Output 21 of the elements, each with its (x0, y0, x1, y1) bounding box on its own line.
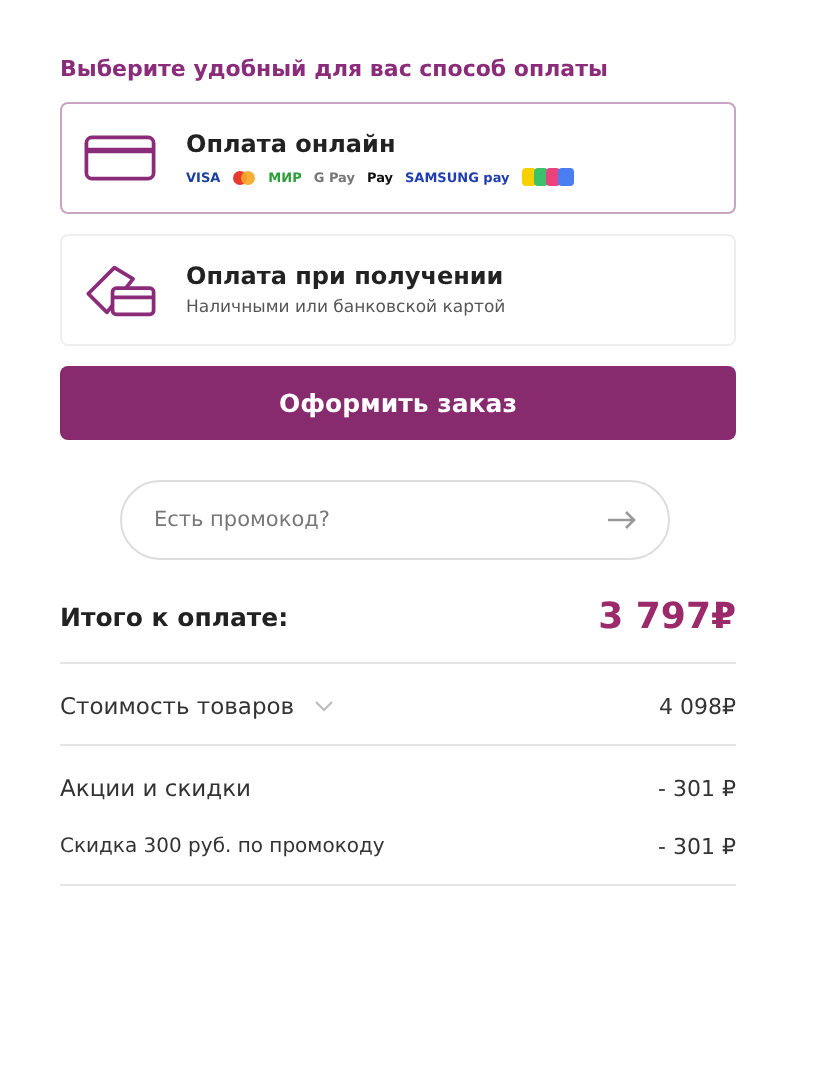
line-label: Стоимость товаров (60, 692, 295, 720)
option-title: Оплата при получении (186, 262, 506, 290)
line-label: Скидка 300 руб. по промокоду (60, 836, 385, 858)
option-title: Оплата онлайн (186, 130, 398, 158)
line-value: - 301 ₽ (658, 775, 736, 801)
line-value: 4 098₽ (659, 693, 736, 719)
cash-and-card-icon (82, 262, 158, 318)
promo-code-field[interactable]: Есть промокод? (120, 480, 670, 560)
credit-card-icon (82, 130, 158, 186)
chevron-down-icon[interactable] (314, 700, 335, 712)
total-value: 3 797₽ (598, 596, 736, 638)
payment-option[interactable]: Оплата при получении Наличными или банковской картой (60, 234, 736, 346)
rainbow-logo-icon (521, 168, 574, 186)
option-subtitle: Наличными или банковской картой (186, 298, 506, 318)
line-label: Акции и скидки (60, 774, 251, 802)
total-label: Итого к оплате: (60, 602, 289, 632)
checkout-button[interactable]: Оформить заказ (60, 366, 736, 440)
payment-heading: Выберите удобный для вас способ оплаты (60, 56, 610, 82)
arrow-right-icon[interactable] (606, 510, 638, 530)
line-value: - 301 ₽ (658, 834, 736, 860)
two-circles-icon (232, 169, 257, 185)
